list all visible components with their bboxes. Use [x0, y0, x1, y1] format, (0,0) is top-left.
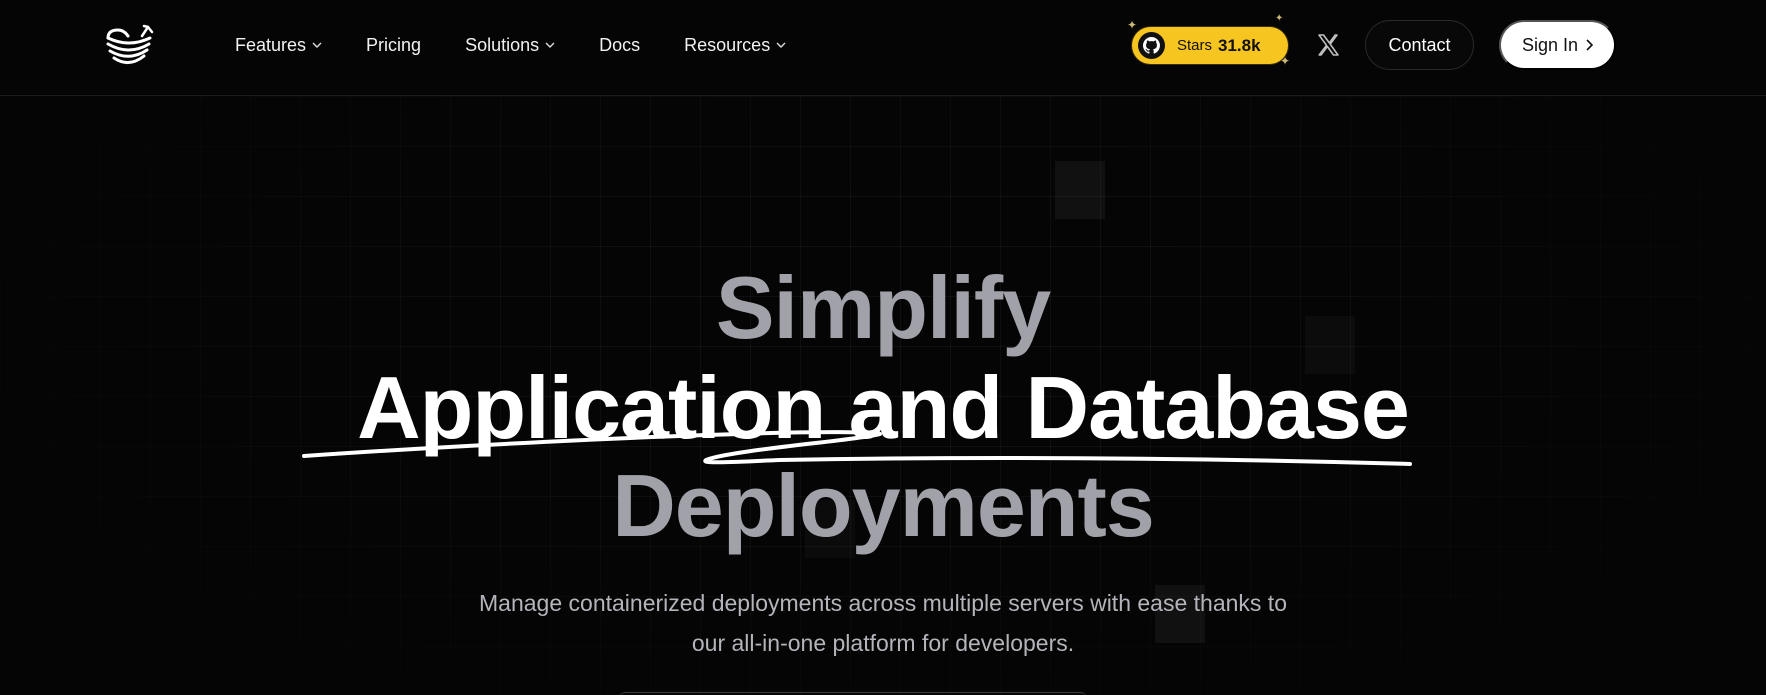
- nav-pricing[interactable]: Pricing: [366, 33, 421, 57]
- sparkle-icon: ✦: [1127, 18, 1138, 32]
- main-nav: Features Pricing Solutions Docs Resource…: [235, 33, 830, 57]
- github-icon: [1138, 32, 1165, 59]
- chevron-down-icon: [776, 42, 786, 48]
- sign-in-button[interactable]: Sign In: [1499, 20, 1616, 70]
- nav-resources[interactable]: Resources: [684, 33, 786, 57]
- nav-features[interactable]: Features: [235, 33, 322, 57]
- contact-button[interactable]: Contact: [1365, 20, 1474, 70]
- hero-title-line-1: Simplify: [715, 258, 1051, 357]
- sign-in-label: Sign In: [1521, 34, 1579, 55]
- sparkle-icon: ✦: [1275, 13, 1284, 24]
- nav-features-label: Features: [235, 34, 307, 55]
- nav-docs[interactable]: Docs: [599, 33, 640, 57]
- github-stars-button[interactable]: Stars 31.8k: [1132, 27, 1288, 64]
- grid-highlight-cell: [1055, 161, 1105, 219]
- hero-subtitle-line-2: our all-in-one platform for developers.: [691, 630, 1075, 656]
- chevron-down-icon: [545, 42, 555, 48]
- hero-subtitle-line-1: Manage containerized deployments across …: [479, 590, 1287, 616]
- top-navbar: Features Pricing Solutions Docs Resource…: [0, 0, 1766, 96]
- nav-resources-label: Resources: [684, 34, 771, 55]
- nav-solutions-label: Solutions: [465, 34, 540, 55]
- scribble-underline-icon: [302, 430, 1412, 466]
- whale-logo-icon[interactable]: [104, 24, 154, 68]
- page: Features Pricing Solutions Docs Resource…: [0, 0, 1766, 695]
- stars-label: Stars: [1177, 37, 1213, 54]
- github-mark-icon: [1143, 37, 1160, 54]
- nav-docs-label: Docs: [599, 34, 641, 55]
- chevron-down-icon: [312, 42, 322, 48]
- chevron-right-icon: [1586, 39, 1594, 51]
- x-icon[interactable]: [1316, 33, 1340, 57]
- nav-solutions[interactable]: Solutions: [465, 33, 555, 57]
- nav-pricing-label: Pricing: [366, 34, 422, 55]
- stars-count: 31.8k: [1218, 35, 1261, 55]
